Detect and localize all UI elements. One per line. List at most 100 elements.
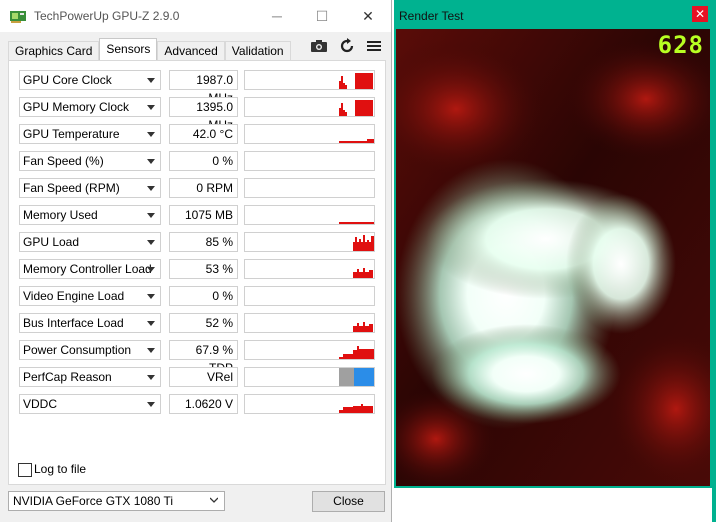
sensor-graph-plot (339, 73, 373, 89)
graph-bar (345, 112, 347, 116)
dropdown-arrow-icon (147, 105, 155, 110)
menu-icon[interactable] (365, 38, 383, 54)
sensor-name-dropdown[interactable]: Video Engine Load (19, 286, 161, 306)
tab-graphics-card[interactable]: Graphics Card (8, 41, 100, 60)
close-window-button[interactable]: ✕ (353, 6, 383, 26)
sensor-graph (244, 259, 375, 279)
sensor-row: GPU Load 85 % (19, 232, 375, 252)
sensor-row: Fan Speed (RPM) 0 RPM (19, 178, 375, 198)
sensor-row: Memory Controller Load 53 % (19, 259, 375, 279)
graph-bar (355, 100, 373, 116)
minimize-button[interactable]: ─ (262, 6, 292, 26)
sensor-value: 67.9 % TDP (169, 340, 238, 375)
dropdown-arrow-icon (147, 240, 155, 245)
sensor-row: Bus Interface Load 52 % (19, 313, 375, 333)
sensor-name: GPU Load (23, 235, 80, 249)
dropdown-arrow-icon (147, 132, 155, 137)
sensor-name-dropdown[interactable]: GPU Load (19, 232, 161, 252)
sensor-name-dropdown[interactable]: Bus Interface Load (19, 313, 161, 333)
sensor-name: Memory Used (23, 208, 98, 222)
sensor-name-dropdown[interactable]: Memory Used (19, 205, 161, 225)
tab-advanced[interactable]: Advanced (157, 41, 225, 60)
sensor-value: 1.0620 V (169, 394, 238, 414)
sensor-graph-plot (245, 152, 374, 170)
close-button[interactable]: Close (312, 491, 385, 512)
gpuz-titlebar[interactable]: TechPowerUp GPU-Z 2.9.0 ─ ☐ ✕ (0, 0, 391, 32)
dropdown-arrow-icon (147, 348, 155, 353)
close-icon[interactable]: ✕ (692, 6, 708, 22)
graph-bar (357, 323, 359, 332)
dropdown-arrow-icon (147, 321, 155, 326)
render-test-window: Render Test ✕ 628 (394, 0, 712, 488)
graph-bar (357, 269, 359, 278)
sensor-name-dropdown[interactable]: PerfCap Reason (19, 367, 161, 387)
graph-bar (341, 103, 343, 116)
sensor-name-dropdown[interactable]: Power Consumption (19, 340, 161, 360)
sensor-row: GPU Core Clock 1987.0 MHz (19, 70, 375, 105)
sensor-name-dropdown[interactable]: Memory Controller Load (19, 259, 161, 279)
maximize-button[interactable]: ☐ (307, 6, 337, 26)
sensor-name-dropdown[interactable]: GPU Memory Clock (19, 97, 161, 117)
sensor-graph (244, 340, 375, 360)
graph-bar (361, 404, 363, 413)
graph-bar (367, 240, 369, 251)
graph-bar (343, 110, 345, 116)
sensor-name: Bus Interface Load (23, 316, 124, 330)
sensor-name: GPU Memory Clock (23, 100, 130, 114)
sensor-graph-plot (339, 139, 374, 143)
sensor-name-dropdown[interactable]: GPU Core Clock (19, 70, 161, 90)
sensor-value: 1987.0 MHz (169, 70, 238, 105)
sensor-name: Fan Speed (%) (23, 154, 104, 168)
camera-icon[interactable] (310, 38, 328, 54)
graph-bar (339, 81, 341, 89)
sensor-name-dropdown[interactable]: Fan Speed (%) (19, 151, 161, 171)
sensor-row: Fan Speed (%) 0 % (19, 151, 375, 171)
sensor-name: PerfCap Reason (23, 370, 112, 384)
sensor-name: Power Consumption (23, 343, 132, 357)
sensor-graph (244, 232, 375, 252)
sensor-graph (244, 178, 375, 198)
sensor-name: Fan Speed (RPM) (23, 181, 120, 195)
tab-validation[interactable]: Validation (224, 41, 291, 60)
sensor-graph (244, 70, 375, 90)
sensor-value: 1395.0 MHz (169, 97, 238, 132)
toolbar (304, 38, 383, 58)
graph-bar (343, 407, 353, 413)
dropdown-arrow-icon (147, 294, 155, 299)
sensor-name-dropdown[interactable]: Fan Speed (RPM) (19, 178, 161, 198)
dropdown-arrow-icon (147, 78, 155, 83)
sensor-graph (244, 205, 375, 225)
log-to-file-checkbox[interactable] (18, 463, 32, 477)
graph-bar (363, 235, 365, 251)
sensor-value: 0 % (169, 286, 238, 306)
sensor-value: VRel (169, 367, 238, 387)
graph-bar (339, 222, 374, 224)
graph-bar (343, 83, 345, 89)
graph-bar (367, 139, 374, 143)
render-scene (396, 29, 710, 486)
sensor-name-dropdown[interactable]: VDDC (19, 394, 161, 414)
graph-bar (341, 76, 343, 89)
sensor-graph (244, 313, 375, 333)
dropdown-arrow-icon (147, 213, 155, 218)
sensor-graph-plot (339, 368, 374, 386)
sensor-value: 85 % (169, 232, 238, 252)
tab-sensors[interactable]: Sensors (99, 38, 158, 60)
graph-bar (353, 350, 357, 359)
sensor-name: GPU Temperature (23, 127, 120, 141)
gpu-select[interactable]: NVIDIA GeForce GTX 1080 Ti (8, 491, 225, 511)
sensor-graph (244, 151, 375, 171)
sensor-graph-plot (353, 235, 374, 251)
sensor-row: GPU Memory Clock 1395.0 MHz (19, 97, 375, 132)
sensor-graph (244, 124, 375, 144)
chevron-down-icon (210, 497, 218, 503)
graph-bar (363, 322, 365, 332)
sensor-graph (244, 394, 375, 414)
sensor-graph-plot (245, 287, 374, 305)
dropdown-arrow-icon (147, 159, 155, 164)
render-canvas: 628 (396, 29, 710, 486)
refresh-icon[interactable] (338, 38, 356, 54)
gpu-select-value: NVIDIA GeForce GTX 1080 Ti (13, 494, 174, 508)
log-to-file-label: Log to file (34, 462, 87, 476)
sensor-name-dropdown[interactable]: GPU Temperature (19, 124, 161, 144)
